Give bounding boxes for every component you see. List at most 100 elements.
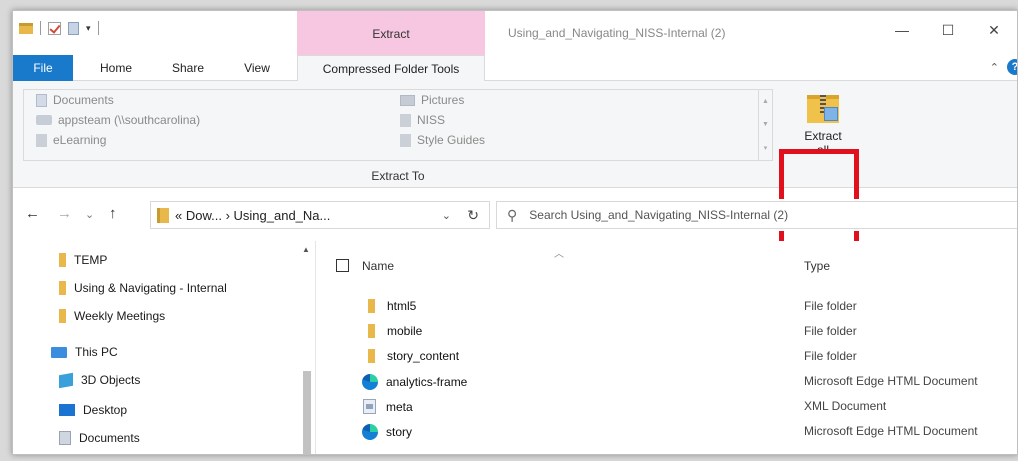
back-arrow-icon[interactable]: ← bbox=[25, 205, 40, 222]
folder-icon bbox=[400, 133, 411, 147]
file-row[interactable]: meta XML Document bbox=[332, 395, 1017, 420]
folder-icon bbox=[368, 299, 375, 313]
nav-item-weekly-meetings[interactable]: Weekly Meetings bbox=[59, 309, 165, 323]
refresh-icon[interactable]: ↻ bbox=[467, 207, 479, 224]
file-name: story_content bbox=[387, 349, 460, 363]
ribbon-tabs: File Home Share View Compressed Folder T… bbox=[13, 55, 1017, 82]
extract-to-gallery: Documents appsteam (\\southcarolina) eLe… bbox=[23, 89, 773, 161]
ribbon: Documents appsteam (\\southcarolina) eLe… bbox=[13, 81, 1017, 255]
pc-icon bbox=[51, 346, 67, 358]
file-name-cell: analytics-frame bbox=[362, 374, 467, 390]
tab-home[interactable]: Home bbox=[91, 55, 141, 81]
file-name: html5 bbox=[387, 299, 417, 313]
navigation-pane: TEMP Using & Navigating - Internal Weekl… bbox=[13, 241, 316, 454]
gallery-item-label: NISS bbox=[417, 113, 446, 127]
up-arrow-icon[interactable]: ↑ bbox=[109, 205, 117, 222]
search-input[interactable]: Search Using_and_Navigating_NISS-Interna… bbox=[529, 208, 788, 222]
nav-item-label: Weekly Meetings bbox=[74, 309, 166, 323]
pictures-icon bbox=[400, 94, 415, 106]
forward-arrow-icon[interactable]: → bbox=[57, 205, 72, 222]
content-area: TEMP Using & Navigating - Internal Weekl… bbox=[13, 241, 1017, 454]
context-tab-label: Extract bbox=[372, 27, 410, 41]
gallery-expand-icon[interactable]: ▾ bbox=[764, 144, 768, 152]
file-row[interactable]: analytics-frame Microsoft Edge HTML Docu… bbox=[332, 370, 1017, 395]
gallery-item-niss[interactable]: NISS bbox=[400, 113, 445, 127]
properties-icon[interactable] bbox=[48, 21, 61, 35]
maximize-button[interactable]: ☐ bbox=[925, 17, 971, 43]
edge-icon bbox=[362, 374, 378, 390]
folder-icon bbox=[400, 113, 411, 127]
nav-item-using-navigating[interactable]: Using & Navigating - Internal bbox=[59, 281, 227, 295]
nav-item-documents[interactable]: Documents bbox=[59, 431, 140, 445]
close-button[interactable]: ✕ bbox=[971, 17, 1017, 43]
file-name: story bbox=[386, 425, 413, 439]
file-name-cell: html5 bbox=[362, 299, 416, 313]
file-row[interactable]: story_content File folder bbox=[332, 345, 1017, 370]
scroll-thumb[interactable] bbox=[303, 371, 311, 454]
gallery-scroll-up-icon[interactable]: ▲ bbox=[762, 98, 769, 105]
help-icon[interactable]: ? bbox=[1007, 59, 1017, 75]
minimize-button[interactable]: — bbox=[879, 17, 925, 43]
column-name[interactable]: Name bbox=[362, 259, 394, 273]
nav-item-this-pc[interactable]: This PC bbox=[51, 345, 118, 359]
gallery-item-documents[interactable]: Documents bbox=[36, 93, 114, 107]
tab-share[interactable]: Share bbox=[163, 55, 213, 81]
scroll-up-icon[interactable]: ▲ bbox=[302, 245, 310, 254]
collapse-ribbon-icon[interactable]: ⌃ bbox=[990, 61, 999, 74]
new-folder-icon[interactable] bbox=[68, 21, 79, 35]
file-list: Name ︿ Type html5 File folder mobile Fil… bbox=[332, 241, 1017, 454]
file-row[interactable]: html5 File folder bbox=[332, 295, 1017, 320]
gallery-item-appsteam[interactable]: appsteam (\\southcarolina) bbox=[36, 113, 200, 127]
edge-icon bbox=[362, 424, 378, 440]
xml-icon bbox=[363, 399, 376, 414]
folder-icon bbox=[59, 253, 66, 267]
column-header: Name ︿ Type bbox=[332, 241, 1017, 273]
select-all-checkbox[interactable] bbox=[336, 259, 349, 272]
desktop-icon bbox=[59, 404, 75, 416]
navpane-scrollbar[interactable]: ▲ bbox=[298, 241, 315, 454]
ribbon-group-label: Extract To bbox=[371, 169, 425, 183]
quick-access-toolbar: ▾ bbox=[19, 21, 99, 35]
tab-compressed-folder-tools[interactable]: Compressed Folder Tools bbox=[297, 55, 485, 82]
tab-file[interactable]: File bbox=[13, 55, 73, 81]
documents-icon bbox=[36, 93, 47, 107]
file-name: mobile bbox=[387, 324, 423, 338]
file-type: Microsoft Edge HTML Document bbox=[804, 424, 978, 438]
file-name: meta bbox=[386, 399, 413, 414]
gallery-item-style-guides[interactable]: Style Guides bbox=[400, 133, 485, 147]
title-bar: ▾ Extract Using_and_Navigating_NISS-Inte… bbox=[13, 11, 1017, 55]
gallery-scrollbar[interactable]: ▲ ▼ ▾ bbox=[758, 90, 772, 160]
extract-all-icon bbox=[807, 91, 839, 123]
file-name-cell: meta bbox=[362, 399, 413, 414]
nav-item-label: This PC bbox=[75, 345, 118, 359]
nav-item-3d-objects[interactable]: 3D Objects bbox=[59, 372, 140, 388]
network-drive-icon bbox=[36, 115, 52, 125]
address-bar[interactable]: « Dow... › Using_and_Na... ⌄ ↻ bbox=[150, 201, 490, 229]
file-type: Microsoft Edge HTML Document bbox=[804, 374, 978, 388]
documents-icon bbox=[59, 431, 71, 445]
window-title: Using_and_Navigating_NISS-Internal (2) bbox=[508, 26, 726, 40]
file-row[interactable]: story Microsoft Edge HTML Document bbox=[332, 420, 1017, 445]
explorer-window: ▾ Extract Using_and_Navigating_NISS-Inte… bbox=[12, 10, 1018, 455]
nav-item-desktop[interactable]: Desktop bbox=[59, 403, 127, 417]
file-row[interactable]: mobile File folder bbox=[332, 320, 1017, 345]
nav-item-temp[interactable]: TEMP bbox=[59, 253, 107, 267]
recent-locations-icon[interactable]: ⌄ bbox=[85, 208, 94, 221]
window-controls: — ☐ ✕ bbox=[879, 17, 1017, 43]
file-name-cell: mobile bbox=[362, 324, 422, 338]
nav-item-label: Desktop bbox=[83, 403, 128, 417]
file-name: analytics-frame bbox=[386, 375, 468, 389]
search-box[interactable]: ⚲ Search Using_and_Navigating_NISS-Inter… bbox=[496, 201, 1017, 229]
column-type[interactable]: Type bbox=[804, 259, 830, 273]
customize-qat-icon[interactable]: ▾ bbox=[86, 23, 91, 34]
file-type: File folder bbox=[804, 349, 857, 363]
breadcrumb[interactable]: « Dow... › Using_and_Na... bbox=[175, 208, 330, 223]
gallery-item-elearning[interactable]: eLearning bbox=[36, 133, 106, 147]
gallery-scroll-down-icon[interactable]: ▼ bbox=[762, 121, 769, 128]
tabrow-right: ⌃ ? bbox=[990, 59, 1017, 75]
nav-item-label: Using & Navigating - Internal bbox=[74, 281, 227, 295]
nav-item-label: TEMP bbox=[74, 253, 108, 267]
gallery-item-pictures[interactable]: Pictures bbox=[400, 93, 464, 107]
tab-view[interactable]: View bbox=[235, 55, 279, 81]
address-dropdown-icon[interactable]: ⌄ bbox=[442, 209, 451, 222]
